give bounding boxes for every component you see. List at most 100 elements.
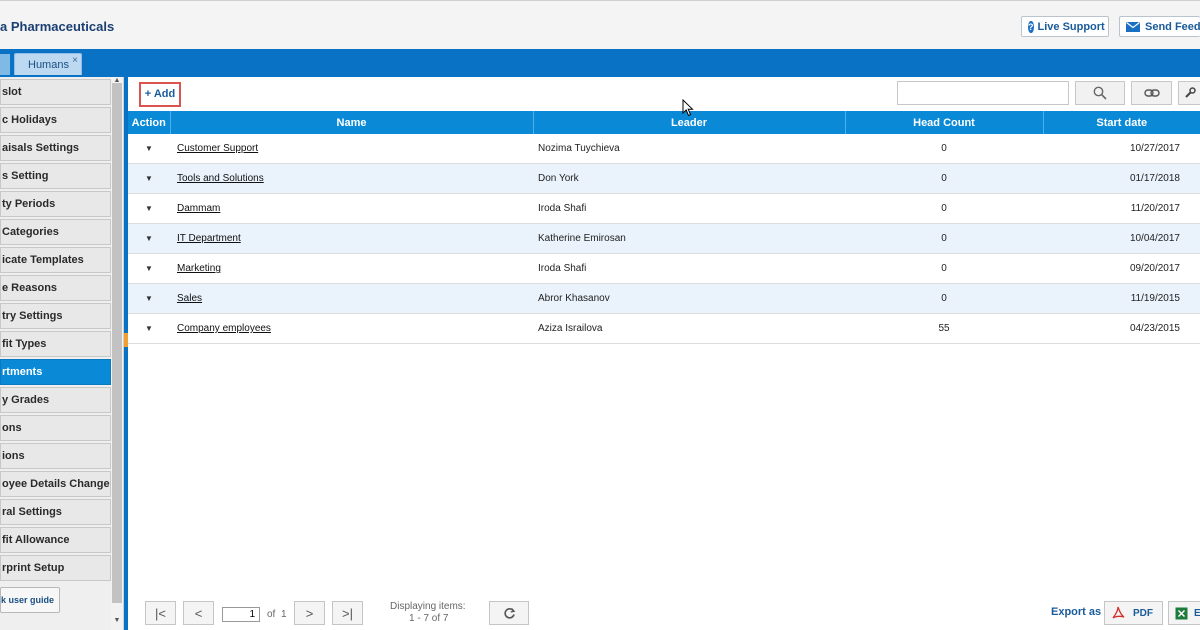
head-count-cell: 0 [845,134,1043,164]
leader-cell: Aziza Israilova [533,313,845,344]
send-feedback-button[interactable]: Send Feedb [1119,16,1200,37]
start-date-cell: 04/23/2015 [1043,313,1200,344]
sidebar-item[interactable]: ty Periods [0,191,111,217]
row-action-dropdown[interactable]: ▼ [128,223,170,254]
search-button[interactable] [1075,81,1125,105]
add-button[interactable]: + Add [139,82,181,107]
leader-cell: Nozima Tuychieva [533,134,845,164]
refresh-icon [503,607,515,619]
table-row: ▼ Customer Support Nozima Tuychieva 0 10… [128,134,1200,164]
user-guide-button[interactable]: k user guide [0,587,60,613]
close-icon[interactable]: × [72,55,78,66]
sidebar-item[interactable]: e Reasons [0,275,111,301]
tab-previous[interactable] [0,54,10,75]
refresh-button[interactable] [489,601,529,625]
row-action-dropdown[interactable]: ▼ [128,193,170,224]
table-row: ▼ Marketing Iroda Shafi 0 09/20/2017 [128,253,1200,284]
sidebar-item[interactable]: ons [0,415,111,441]
sidebar-item[interactable]: ral Settings [0,499,111,525]
department-name-link[interactable]: IT Department [177,233,241,244]
department-name-link[interactable]: Marketing [177,263,221,274]
last-page-button[interactable]: >| [332,601,363,625]
row-action-dropdown[interactable]: ▼ [128,253,170,284]
sidebar-item-label: ty Periods [2,198,56,210]
app-header: a Pharmaceuticals ? Live Support Send Fe… [0,0,1200,50]
live-support-label: Live Support [1037,20,1105,33]
export-excel-label: E [1194,608,1200,619]
export-excel-button[interactable]: E [1168,601,1200,625]
column-header-head-count[interactable]: Head Count [845,111,1044,134]
caret-down-icon: ▼ [145,264,153,273]
export-as-label: Export as [1051,606,1102,618]
sidebar-scrollbar[interactable]: ▲ ▼ [111,77,123,630]
head-count-cell: 0 [845,193,1043,224]
settings-button[interactable] [1178,81,1200,105]
caret-down-icon: ▼ [145,294,153,303]
table-row: ▼ Company employees Aziza Israilova 55 0… [128,313,1200,344]
tab-label: Humans [28,59,69,71]
start-date-cell: 10/27/2017 [1043,134,1200,164]
sidebar-item[interactable]: fit Allowance [0,527,111,553]
sidebar-item[interactable]: slot [0,79,111,105]
column-header-action[interactable]: Action [128,111,171,134]
department-name-link[interactable]: Dammam [177,203,220,214]
row-action-dropdown[interactable]: ▼ [128,134,170,164]
caret-down-icon: ▼ [145,204,153,213]
sidebar-item-label: Categories [2,226,59,238]
live-support-button[interactable]: ? Live Support [1021,16,1109,37]
sidebar-item-label: ral Settings [2,506,62,518]
sidebar: slot c Holidays aisals Settings s Settin… [0,77,124,630]
sidebar-item-label: rprint Setup [2,562,65,574]
sidebar-item[interactable]: icate Templates [0,247,111,273]
next-page-button[interactable]: > [294,601,325,625]
table-row: ▼ Sales Abror Khasanov 0 11/19/2015 [128,283,1200,314]
table-header-row: Action Name Leader Head Count Start date [128,111,1200,134]
sidebar-item[interactable]: aisals Settings [0,135,111,161]
link-button[interactable] [1131,81,1172,105]
scroll-down-icon[interactable]: ▼ [113,617,121,624]
caret-down-icon: ▼ [145,234,153,243]
first-page-button[interactable]: |< [145,601,176,625]
sidebar-item[interactable]: fit Types [0,331,111,357]
row-action-dropdown[interactable]: ▼ [128,283,170,314]
sidebar-item[interactable]: y Grades [0,387,111,413]
department-name-link[interactable]: Company employees [177,323,271,334]
department-name-link[interactable]: Customer Support [177,143,258,154]
leader-cell: Abror Khasanov [533,283,845,314]
column-header-name[interactable]: Name [170,111,534,134]
sidebar-item[interactable]: s Setting [0,163,111,189]
search-input[interactable] [897,81,1069,105]
row-action-dropdown[interactable]: ▼ [128,313,170,344]
sidebar-item[interactable]: c Holidays [0,107,111,133]
table-row: ▼ IT Department Katherine Emirosan 0 10/… [128,223,1200,254]
department-name-link[interactable]: Tools and Solutions [177,173,264,184]
tab-humans[interactable]: Humans × [14,53,82,75]
start-date-cell: 09/20/2017 [1043,253,1200,284]
pdf-icon [1112,606,1125,619]
sidebar-item-departments[interactable]: rtments [0,359,111,385]
scrollbar-thumb[interactable] [112,83,122,603]
sidebar-item[interactable]: try Settings [0,303,111,329]
previous-page-button[interactable]: < [183,601,214,625]
last-page-icon: >| [342,605,353,621]
chevron-right-icon: > [305,605,314,621]
table-row: ▼ Dammam Iroda Shafi 0 11/20/2017 [128,193,1200,224]
page-number-input[interactable] [222,607,260,622]
sidebar-item[interactable]: Categories [0,219,111,245]
company-name: a Pharmaceuticals [0,19,115,34]
sidebar-item[interactable]: ions [0,443,111,469]
row-action-dropdown[interactable]: ▼ [128,163,170,194]
link-icon [1143,89,1160,97]
start-date-cell: 01/17/2018 [1043,163,1200,194]
start-date-cell: 10/04/2017 [1043,223,1200,254]
send-feedback-label: Send Feedb [1145,20,1200,33]
departments-table: Action Name Leader Head Count Start date… [128,111,1200,344]
sidebar-item[interactable]: oyee Details Changes [0,471,111,497]
head-count-cell: 0 [845,283,1043,314]
export-pdf-button[interactable]: PDF [1104,601,1163,625]
department-name-link[interactable]: Sales [177,293,202,304]
sidebar-item[interactable]: rprint Setup [0,555,111,581]
column-header-start-date[interactable]: Start date [1043,111,1200,134]
mail-icon [1126,21,1140,32]
pager-of-label: of [267,609,276,620]
